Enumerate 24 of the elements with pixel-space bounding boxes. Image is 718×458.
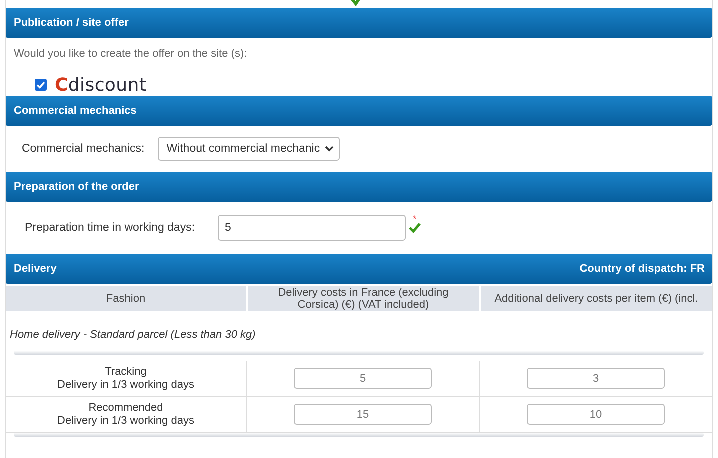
table-cell: Recommended Delivery in 1/3 working days (58, 402, 194, 428)
cost-field[interactable]: 10 (527, 404, 665, 425)
cost-field[interactable]: 5 (294, 368, 432, 389)
group-title: Home delivery - Standard parcel (Less than 30 kg) (9, 328, 257, 343)
cost-field[interactable]: 15 (294, 404, 432, 425)
section-header: Commercial mechanics (6, 96, 712, 126)
section-header: Preparation of the order (6, 172, 712, 202)
checkbox[interactable] (35, 79, 47, 91)
table-cell: Tracking Delivery in 1/3 working days (58, 366, 194, 392)
required-mark: * (413, 215, 417, 223)
field-label: Commercial mechanics: (22, 143, 145, 155)
column-header: Additional delivery costs per item (€) (incl. (479, 286, 712, 311)
chevron-icon (325, 146, 334, 152)
field-label: Preparation time in working days: (25, 222, 196, 234)
section-header: Publication / site offer (6, 8, 712, 38)
section-header: Delivery Country of dispatch: FR (6, 254, 712, 284)
mechanics-dropdown[interactable]: Without commercial mechanic (158, 137, 340, 161)
column-header: Fashion (105, 292, 147, 306)
preparation-time-field[interactable]: 5 (218, 215, 406, 241)
question-text: Would you like to create the offer on the site (s): (13, 47, 248, 62)
site-logo: Cdiscount (55, 74, 147, 96)
check-icon (351, 0, 363, 6)
cost-field[interactable]: 3 (527, 368, 665, 389)
column-header: Delivery costs in France (excluding Corsica) (€) (VAT included) (246, 286, 479, 311)
